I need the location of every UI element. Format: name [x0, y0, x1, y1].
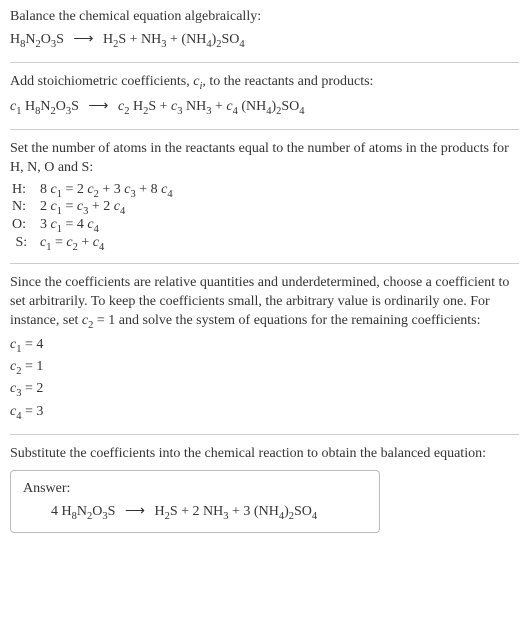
coefficient-value: c3 = 2: [10, 379, 519, 401]
atom-balance-table: H: 8 c1 = 2 c2 + 3 c3 + 8 c4 N: 2 c1 = c…: [12, 182, 519, 253]
element-label: H:: [12, 182, 40, 200]
problem-title: Balance the chemical equation algebraica…: [10, 8, 519, 27]
divider: [10, 434, 519, 435]
element-equation: 2 c1 = c3 + 2 c4: [40, 199, 125, 217]
element-equation: c1 = c2 + c4: [40, 235, 104, 253]
reaction-arrow: ⟶: [119, 504, 151, 519]
reaction-arrow: ⟶: [82, 99, 114, 114]
solve-instruction: Since the coefficients are relative quan…: [10, 274, 519, 333]
table-row: O: 3 c1 = 4 c4: [12, 217, 519, 235]
coefficients-instruction: Add stoichiometric coefficients, ci, to …: [10, 73, 519, 94]
divider: [10, 62, 519, 63]
table-row: S: c1 = c2 + c4: [12, 235, 519, 253]
coefficient-equation: c1 H8N2O3S ⟶ c2 H2S + c3 NH3 + c4 (NH4)2…: [10, 98, 519, 119]
balanced-equation: 4 H8N2O3S ⟶ H2S + 2 NH3 + 3 (NH4)2SO4: [23, 503, 367, 522]
coefficient-value: c2 = 1: [10, 357, 519, 379]
element-label: O:: [12, 217, 40, 235]
coefficient-value: c4 = 3: [10, 402, 519, 424]
section-atom-balance: Set the number of atoms in the reactants…: [10, 140, 519, 253]
answer-label: Answer:: [23, 481, 367, 497]
table-row: H: 8 c1 = 2 c2 + 3 c3 + 8 c4: [12, 182, 519, 200]
reaction-arrow: ⟶: [67, 32, 99, 47]
section-coefficients: Add stoichiometric coefficients, ci, to …: [10, 73, 519, 119]
divider: [10, 263, 519, 264]
answer-box: Answer: 4 H8N2O3S ⟶ H2S + 2 NH3 + 3 (NH4…: [10, 470, 380, 533]
section-solve: Since the coefficients are relative quan…: [10, 274, 519, 425]
element-label: N:: [12, 199, 40, 217]
table-row: N: 2 c1 = c3 + 2 c4: [12, 199, 519, 217]
coefficient-value: c1 = 4: [10, 335, 519, 357]
section-answer: Substitute the coefficients into the che…: [10, 445, 519, 533]
atom-balance-instruction: Set the number of atoms in the reactants…: [10, 140, 519, 178]
section-problem: Balance the chemical equation algebraica…: [10, 8, 519, 52]
element-equation: 8 c1 = 2 c2 + 3 c3 + 8 c4: [40, 182, 173, 200]
element-label: S:: [12, 235, 40, 253]
answer-instruction: Substitute the coefficients into the che…: [10, 445, 519, 464]
element-equation: 3 c1 = 4 c4: [40, 217, 99, 235]
coefficient-solutions: c1 = 4 c2 = 1 c3 = 2 c4 = 3: [10, 335, 519, 425]
unbalanced-equation: H8N2O3S ⟶ H2S + NH3 + (NH4)2SO4: [10, 31, 519, 52]
divider: [10, 129, 519, 130]
